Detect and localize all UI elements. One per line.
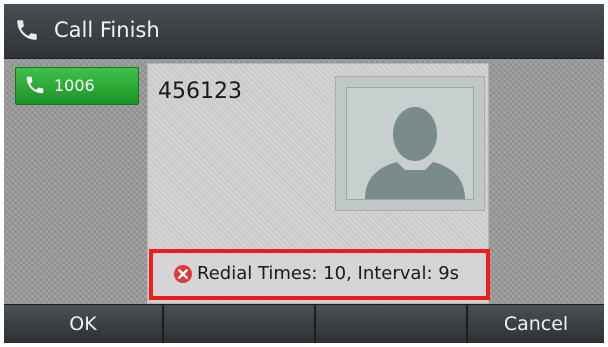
error-x-icon [174, 265, 192, 283]
contact-photo-frame [335, 76, 485, 211]
redial-status: Redial Times: 10, Interval: 9s [149, 249, 490, 300]
phone-screen: Call Finish 1006 456123 Redial Times: 10… [0, 0, 608, 347]
softkey-3[interactable] [314, 305, 466, 343]
dialed-number: 456123 [158, 79, 242, 104]
ok-button[interactable]: OK [4, 305, 162, 343]
title-bar: Call Finish [4, 4, 604, 59]
line-key-label: 1006 [54, 76, 95, 95]
contact-photo [346, 87, 474, 200]
lcd-display: Call Finish 1006 456123 Redial Times: 10… [4, 4, 604, 343]
page-title: Call Finish [54, 18, 160, 42]
softkey-bar: OK Cancel [4, 304, 604, 343]
redial-status-text: Redial Times: 10, Interval: 9s [197, 263, 460, 284]
softkey-2[interactable] [162, 305, 314, 343]
cancel-button[interactable]: Cancel [466, 305, 604, 343]
person-silhouette-icon [365, 107, 465, 199]
phone-handset-icon [26, 76, 44, 94]
phone-handset-icon [17, 20, 37, 40]
line-key-1006[interactable]: 1006 [15, 67, 139, 105]
